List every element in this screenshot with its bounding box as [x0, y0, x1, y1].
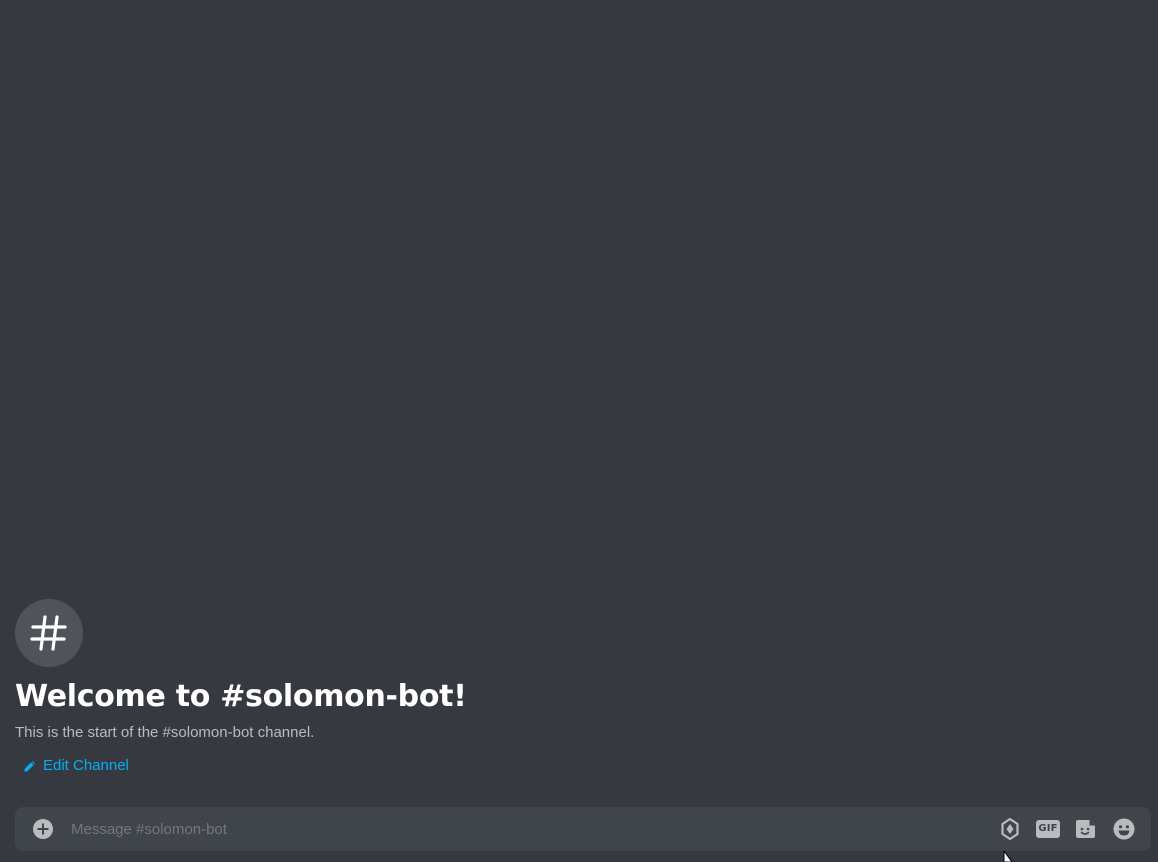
edit-channel-label: Edit Channel: [43, 757, 129, 774]
mouse-cursor-icon: [1003, 851, 1013, 862]
welcome-title: Welcome to #solomon-bot!: [15, 679, 467, 714]
plus-circle-icon: [33, 819, 53, 839]
emoji-icon: [1113, 818, 1135, 840]
chat-area: Welcome to #solomon-bot! This is the sta…: [0, 0, 1158, 862]
sticker-icon: [1076, 820, 1095, 838]
pencil-icon: [24, 760, 36, 772]
attach-button[interactable]: [32, 818, 54, 840]
message-composer: GIF: [15, 807, 1151, 851]
nitro-gift-icon: [1001, 818, 1019, 840]
gif-icon: GIF: [1036, 820, 1060, 838]
sticker-button[interactable]: [1073, 816, 1099, 842]
emoji-button[interactable]: [1111, 816, 1137, 842]
welcome-description: This is the start of the #solomon-bot ch…: [15, 724, 315, 741]
hashtag-icon: [30, 615, 67, 651]
channel-icon: [15, 599, 83, 667]
edit-channel-button[interactable]: Edit Channel: [23, 757, 129, 775]
gif-button[interactable]: GIF: [1035, 816, 1061, 842]
channel-welcome: Welcome to #solomon-bot! This is the sta…: [15, 599, 1135, 778]
nitro-gift-button[interactable]: [997, 816, 1023, 842]
composer-buttons: GIF: [985, 807, 1137, 851]
message-input[interactable]: [71, 807, 985, 851]
